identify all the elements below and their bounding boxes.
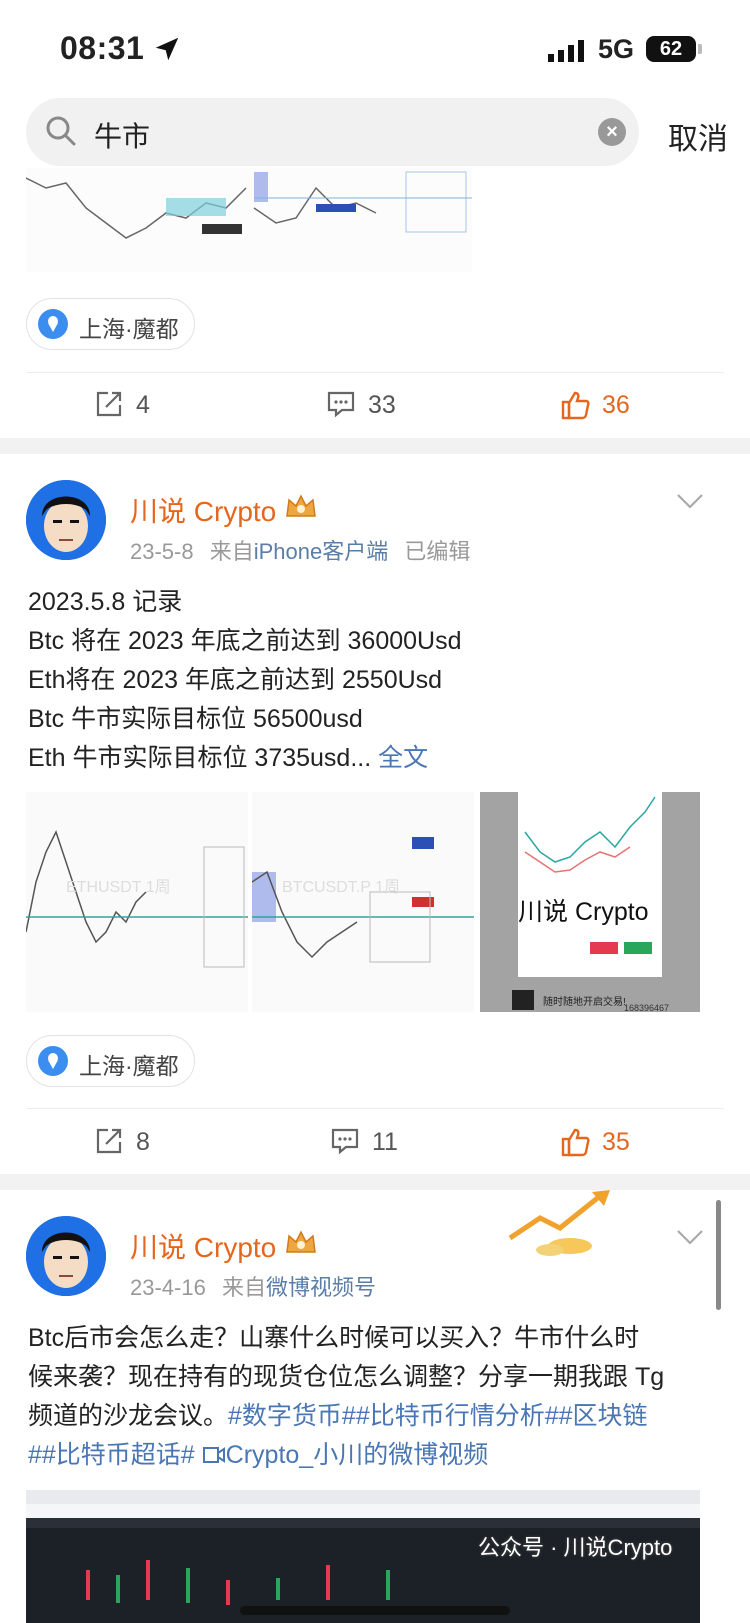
post-date: 23-5-8 bbox=[130, 539, 194, 564]
chevron-down-icon[interactable] bbox=[676, 492, 704, 510]
share-count: 4 bbox=[136, 391, 150, 419]
clear-icon[interactable]: × bbox=[598, 118, 626, 146]
video-link-label: Crypto_小川的微博视频 bbox=[225, 1441, 489, 1469]
decorative-gold-arrow-icon bbox=[508, 1190, 610, 1256]
location-pin-icon bbox=[38, 1046, 68, 1076]
expand-full-text-link[interactable]: 全文 bbox=[378, 744, 428, 772]
thumbs-up-icon bbox=[561, 1128, 590, 1157]
author-name[interactable]: 川说 Crypto bbox=[130, 1226, 276, 1266]
signal-icon bbox=[548, 40, 584, 62]
search-icon bbox=[46, 116, 76, 146]
chevron-down-icon[interactable] bbox=[676, 1228, 704, 1246]
status-time: 08:31 bbox=[60, 30, 145, 66]
avatar[interactable] bbox=[26, 480, 106, 560]
like-count: 36 bbox=[602, 391, 630, 419]
like-count: 35 bbox=[602, 1128, 630, 1156]
post-text-line: Eth 牛市实际目标位 3735usd... 全文 bbox=[28, 738, 428, 774]
hashtag-link[interactable]: #数字货币##比特币行情分析##区块链 bbox=[228, 1402, 648, 1430]
post-text-line: Btc 将在 2023 年底之前达到 36000Usd bbox=[28, 627, 462, 655]
like-button[interactable]: 35 bbox=[560, 1122, 660, 1162]
comment-count: 11 bbox=[372, 1128, 398, 1156]
post-image[interactable] bbox=[26, 168, 472, 272]
share-button[interactable]: 4 bbox=[94, 385, 174, 425]
post-text-line: 频道的沙龙会议。#数字货币##比特币行情分析##区块链 bbox=[28, 1396, 648, 1432]
source-prefix: 来自 bbox=[221, 1275, 266, 1300]
post-text-line: 2023.5.8 记录 bbox=[28, 588, 183, 616]
chart-thumbnail: BTCUSDT.P 1周 bbox=[252, 792, 474, 1012]
post-separator bbox=[0, 1174, 750, 1190]
post-text-line: 候来袭？现在持有的现货仓位怎么调整？分享一期我跟 Tg bbox=[28, 1363, 665, 1391]
post-date: 23-4-16 bbox=[130, 1275, 206, 1300]
battery-cap bbox=[698, 44, 702, 54]
share-button[interactable]: 8 bbox=[94, 1122, 174, 1162]
comment-icon bbox=[331, 1128, 359, 1155]
comment-button[interactable]: 11 bbox=[330, 1122, 430, 1162]
share-icon bbox=[96, 1128, 122, 1154]
avatar[interactable] bbox=[26, 1216, 106, 1296]
post-image[interactable]: ETHUSDT 1周 bbox=[26, 792, 248, 1012]
location-label: 上海·魔都 bbox=[79, 1053, 179, 1079]
post-separator bbox=[0, 438, 750, 454]
share-count: 8 bbox=[136, 1128, 150, 1156]
scrollbar[interactable] bbox=[716, 1200, 721, 1310]
search-bar[interactable]: 牛市 × bbox=[26, 98, 639, 166]
like-button[interactable]: 36 bbox=[560, 385, 660, 425]
video-icon bbox=[202, 1447, 225, 1463]
image-overlay-text: 川说 Crypto bbox=[518, 898, 649, 926]
svg-text:BTCUSDT.P 1周: BTCUSDT.P 1周 bbox=[282, 879, 400, 896]
post-source[interactable]: iPhone客户端 bbox=[254, 539, 389, 564]
author-name[interactable]: 川说 Crypto bbox=[130, 490, 276, 530]
location-chip[interactable]: 上海·魔都 bbox=[26, 1035, 195, 1087]
crown-badge-icon bbox=[286, 1230, 316, 1253]
post-text-line: Eth将在 2023 年底之前达到 2550Usd bbox=[28, 666, 443, 694]
cancel-button[interactable]: 取消 bbox=[668, 114, 728, 158]
comment-icon bbox=[327, 391, 355, 418]
thumbs-up-icon bbox=[561, 391, 590, 420]
comment-count: 33 bbox=[368, 391, 396, 419]
crown-badge-icon bbox=[286, 494, 316, 517]
home-indicator[interactable] bbox=[240, 1606, 510, 1615]
status-bar: 08:31 5G 62 bbox=[0, 0, 750, 96]
edited-label: 已编辑 bbox=[404, 539, 471, 564]
location-chip[interactable]: 上海·魔都 bbox=[26, 298, 195, 350]
chart-thumbnail: ETHUSDT 1周 bbox=[26, 792, 248, 1012]
post-text-line: ##比特币超话# Crypto_小川的微博视频 bbox=[28, 1435, 488, 1471]
chart-thumbnail bbox=[26, 168, 472, 272]
image-caption: 随时随地开启交易! bbox=[543, 997, 626, 1008]
post-image[interactable]: BTCUSDT.P 1周 bbox=[252, 792, 474, 1012]
location-label: 上海·魔都 bbox=[79, 316, 179, 342]
avatar-image bbox=[26, 480, 106, 560]
post-meta: 23-4-16 来自微博视频号 bbox=[130, 1270, 376, 1302]
post-meta: 23-5-8 来自iPhone客户端 已编辑 bbox=[130, 534, 470, 566]
comment-button[interactable]: 33 bbox=[326, 385, 426, 425]
source-prefix: 来自 bbox=[209, 539, 254, 564]
post-text-line: Btc后市会怎么走？山寨什么时候可以买入？牛市什么时 bbox=[28, 1324, 640, 1352]
post-text-tail: Eth 牛市实际目标位 3735usd... bbox=[28, 744, 372, 772]
post-source[interactable]: 微博视频号 bbox=[266, 1275, 376, 1300]
watermark-text: 公众号 · 川说Crypto bbox=[478, 1535, 673, 1560]
divider bbox=[26, 372, 724, 373]
post-text-line: Btc 牛市实际目标位 56500usd bbox=[28, 705, 363, 733]
divider bbox=[26, 1108, 724, 1109]
share-icon bbox=[96, 391, 122, 417]
video-link[interactable]: Crypto_小川的微博视频 bbox=[202, 1441, 489, 1469]
hashtag-link[interactable]: ##比特币超话# bbox=[28, 1441, 195, 1469]
location-arrow-icon bbox=[155, 37, 179, 61]
avatar-image bbox=[26, 1216, 106, 1296]
battery-level: 62 bbox=[646, 36, 696, 62]
post-text-segment: 频道的沙龙会议。 bbox=[28, 1402, 229, 1430]
svg-text:ETHUSDT 1周: ETHUSDT 1周 bbox=[66, 879, 171, 896]
location-pin-icon bbox=[38, 309, 68, 339]
search-input[interactable]: 牛市 bbox=[94, 115, 150, 155]
network-type: 5G bbox=[598, 34, 635, 64]
image-code: 168396467 bbox=[624, 1003, 670, 1013]
